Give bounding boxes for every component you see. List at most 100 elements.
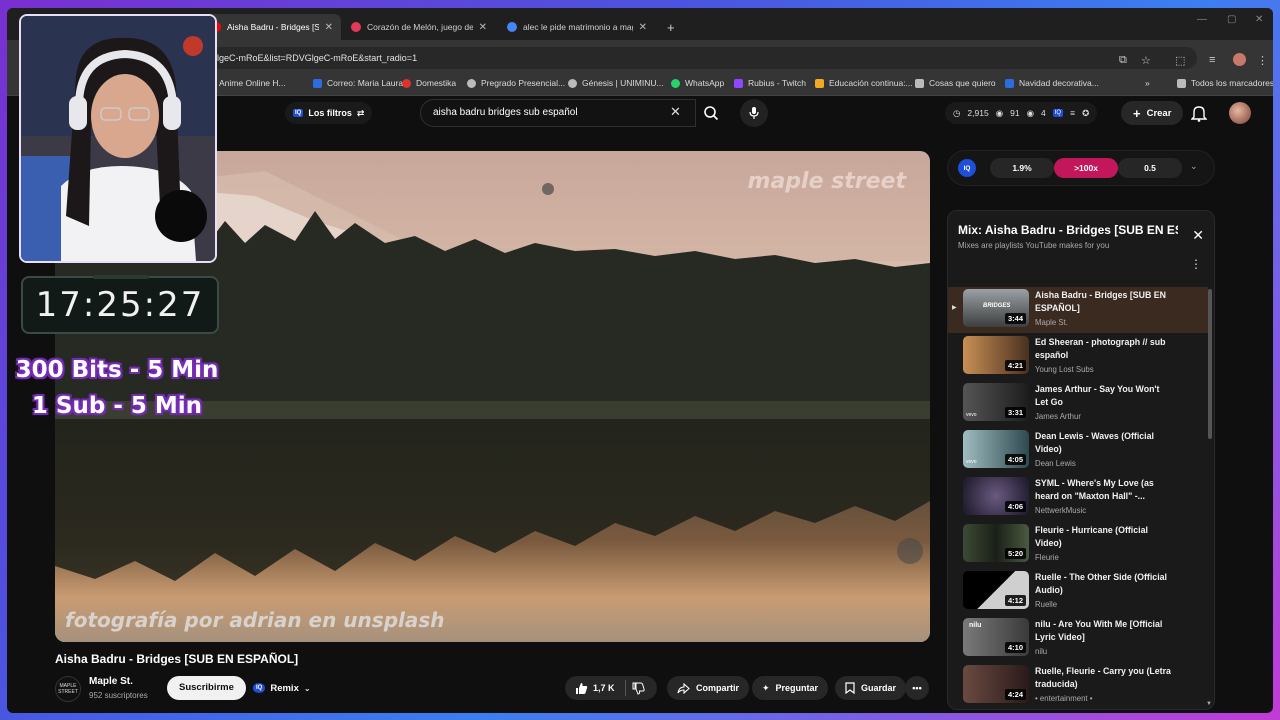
playlist-item-title: nilu - Are You With Me [Official Lyric V… [1035, 619, 1163, 642]
playlist-item[interactable]: 4:21 Ed Sheeran - photograph // sub espa… [948, 334, 1208, 380]
channel-name[interactable]: Maple St. [89, 676, 133, 687]
whatsapp-icon [671, 78, 680, 88]
close-icon[interactable]: ✕ [1192, 227, 1204, 244]
iq-stat-score[interactable]: 0.5 [1118, 158, 1182, 178]
bookmark-item[interactable]: Pregrado Presencial... [467, 78, 565, 88]
plus-icon: + [667, 19, 675, 35]
playlist-item-title: Ruelle - The Other Side (Official Audio) [1035, 572, 1167, 595]
playlist-item[interactable]: 4:12 Ruelle - The Other Side (Official A… [948, 569, 1208, 615]
thumbs-up-icon [576, 682, 588, 694]
more-vertical-icon[interactable]: ⋮ [1190, 257, 1202, 271]
notifications-bell-icon[interactable] [1191, 104, 1207, 122]
filters-button[interactable]: IQ Los filtros ⇄ [285, 102, 373, 124]
playlist-item[interactable]: ▶ BRIDGES 3:44 Aisha Badru - Bridges [SUB… [948, 287, 1208, 333]
playlist-item[interactable]: nilu 4:10 nilu - Are You With Me [Officia… [948, 616, 1208, 662]
playlist-item[interactable]: 5:20 Fleurie - Hurricane (Official Video… [948, 522, 1208, 568]
extensions-icon[interactable]: ⬚ [1175, 54, 1185, 67]
playlist-item[interactable]: 4:06 SYML - Where's My Love (as heard on… [948, 475, 1208, 521]
playlist-item-channel: Maple St. [1035, 318, 1068, 327]
like-button[interactable]: 1,7 K [575, 682, 615, 695]
filters-label: Los filtros [308, 108, 352, 118]
playlist-item[interactable]: vevo 4:05 Dean Lewis - Waves (Official Vi… [948, 428, 1208, 474]
save-button[interactable]: Guardar [835, 676, 907, 700]
bookmark-item[interactable]: Educación continua:... [815, 78, 913, 88]
search-button[interactable] [696, 99, 726, 127]
bookmark-item[interactable]: Anime Online H... [219, 78, 286, 88]
more-bookmarks-icon[interactable]: » [1145, 78, 1150, 88]
thumbs-down-icon[interactable] [632, 682, 645, 695]
tab-google[interactable]: alec le pide matrimonio a mag ✕ [499, 14, 655, 40]
twitch-icon [734, 78, 743, 88]
playlist-item-title: Ed Sheeran - photograph // sub español [1035, 337, 1166, 360]
bookmark-label: Cosas que quiero [929, 78, 996, 88]
tab-corazon[interactable]: Corazón de Melón, juego de a ✕ [343, 14, 495, 40]
video-thumbnail: 4:24 [963, 665, 1029, 703]
ask-button[interactable]: ✦ Preguntar [752, 676, 829, 700]
clear-search-icon[interactable]: ✕ [670, 104, 681, 120]
voice-search-button[interactable] [740, 99, 768, 127]
chevron-down-icon[interactable]: ⌄ [1190, 161, 1198, 172]
new-tab-button[interactable]: + [659, 14, 683, 40]
sub-rule: 1 Sub - 5 Min [31, 393, 203, 419]
playlist-item-title: Dean Lewis - Waves (Official Video) [1035, 431, 1154, 454]
create-button[interactable]: + Crear [1121, 101, 1184, 125]
channel-avatar[interactable]: MAPLE STREET [55, 676, 81, 702]
menu-dots-icon[interactable]: ⋮ [1257, 54, 1268, 67]
close-tab-icon[interactable]: ✕ [319, 22, 333, 33]
maximize-icon[interactable]: ▢ [1227, 14, 1236, 25]
thumbnail-text: nilu [969, 622, 982, 629]
bookmark-star-icon[interactable]: ☆ [1141, 54, 1151, 67]
all-bookmarks[interactable]: Todos los marcadores [1177, 78, 1273, 88]
bookmark-item[interactable]: Domestika [402, 78, 456, 88]
search-input[interactable]: aisha badru bridges sub español [420, 99, 696, 127]
tab-youtube[interactable]: Aisha Badru - Bridges [SUB EN ✕ [203, 14, 341, 40]
subscribe-button[interactable]: Suscribirme [167, 676, 246, 700]
playlist-item[interactable]: 4:24 Ruelle, Fleurie - Carry you (Letra … [948, 663, 1208, 709]
minimize-icon[interactable]: — [1197, 14, 1207, 25]
share-button[interactable]: Compartir [667, 676, 750, 700]
playlist-item[interactable]: vevo 3:31 James Arthur - Say You Won't Le… [948, 381, 1208, 427]
playlist-item-title: Fleurie - Hurricane (Official Video) [1035, 525, 1148, 548]
scroll-down-arrow-icon[interactable]: ▼ [1206, 701, 1212, 707]
close-window-icon[interactable]: ✕ [1255, 14, 1263, 25]
iq-icon: IQ [253, 683, 266, 693]
url-field[interactable]: lgeC-mRoE&list=RDVGlgeC-mRoE&start_radio… [197, 47, 1197, 69]
webcam-overlay [19, 14, 217, 263]
search-query-text: aisha badru bridges sub español [433, 107, 578, 118]
more-actions-button[interactable]: ••• [905, 676, 929, 700]
iq-stat-ratio[interactable]: >100x [1054, 158, 1118, 178]
bits-rule: 300 Bits - 5 Min [15, 357, 219, 383]
streamer-webcam-feed [21, 16, 215, 261]
close-tab-icon[interactable]: ✕ [473, 22, 487, 33]
close-tab-icon[interactable]: ✕ [633, 22, 647, 33]
video-thumbnail: 5:20 [963, 524, 1029, 562]
video-thumbnail: 4:12 [963, 571, 1029, 609]
bookmark-item[interactable]: Cosas que quiero [915, 78, 996, 88]
playlist-item-channel: Young Lost Subs [1035, 365, 1094, 374]
award-icon: ✪ [1082, 107, 1090, 118]
profile-avatar-icon[interactable] [1233, 53, 1246, 66]
iq-stat-percent[interactable]: 1.9% [990, 158, 1054, 178]
duration-badge: 5:20 [1004, 548, 1026, 559]
plus-icon: + [1133, 105, 1141, 121]
playlist-title: Mix: Aisha Badru - Bridges [SUB EN ESPAÑ… [958, 223, 1178, 237]
video-title: Aisha Badru - Bridges [SUB EN ESPAÑOL] [55, 652, 299, 666]
user-avatar[interactable] [1229, 102, 1251, 124]
bookmark-item[interactable]: Rubius - Twitch [734, 78, 806, 88]
mail-icon [313, 78, 322, 88]
duration-badge: 4:12 [1004, 595, 1026, 606]
playlist-item-channel: Dean Lewis [1035, 459, 1076, 468]
bookmark-item[interactable]: WhatsApp [671, 78, 724, 88]
bookmark-item[interactable]: Navidad decorativa... [1005, 78, 1099, 88]
video-thumbnail: vevo 3:31 [963, 383, 1029, 421]
bookmark-item[interactable]: Génesis | UNIMINU... [568, 78, 664, 88]
bookmark-item[interactable]: Correo: Maria Laura... [313, 78, 410, 88]
like-dislike-group: 1,7 K [565, 676, 657, 700]
playlist-item-title: James Arthur - Say You Won't Let Go [1035, 384, 1160, 407]
remix-button[interactable]: IQ Remix ⌄ [253, 678, 311, 698]
playlist-scrollbar[interactable] [1208, 289, 1212, 439]
stats-pill[interactable]: ◷ 2,915 ◉ 91 ◉ 4 IQ ≡ ✪ [945, 102, 1098, 124]
media-icon[interactable]: ≡ [1209, 54, 1215, 66]
install-app-icon[interactable]: ⧉ [1119, 54, 1127, 67]
bookmark-label: Correo: Maria Laura... [327, 78, 411, 88]
